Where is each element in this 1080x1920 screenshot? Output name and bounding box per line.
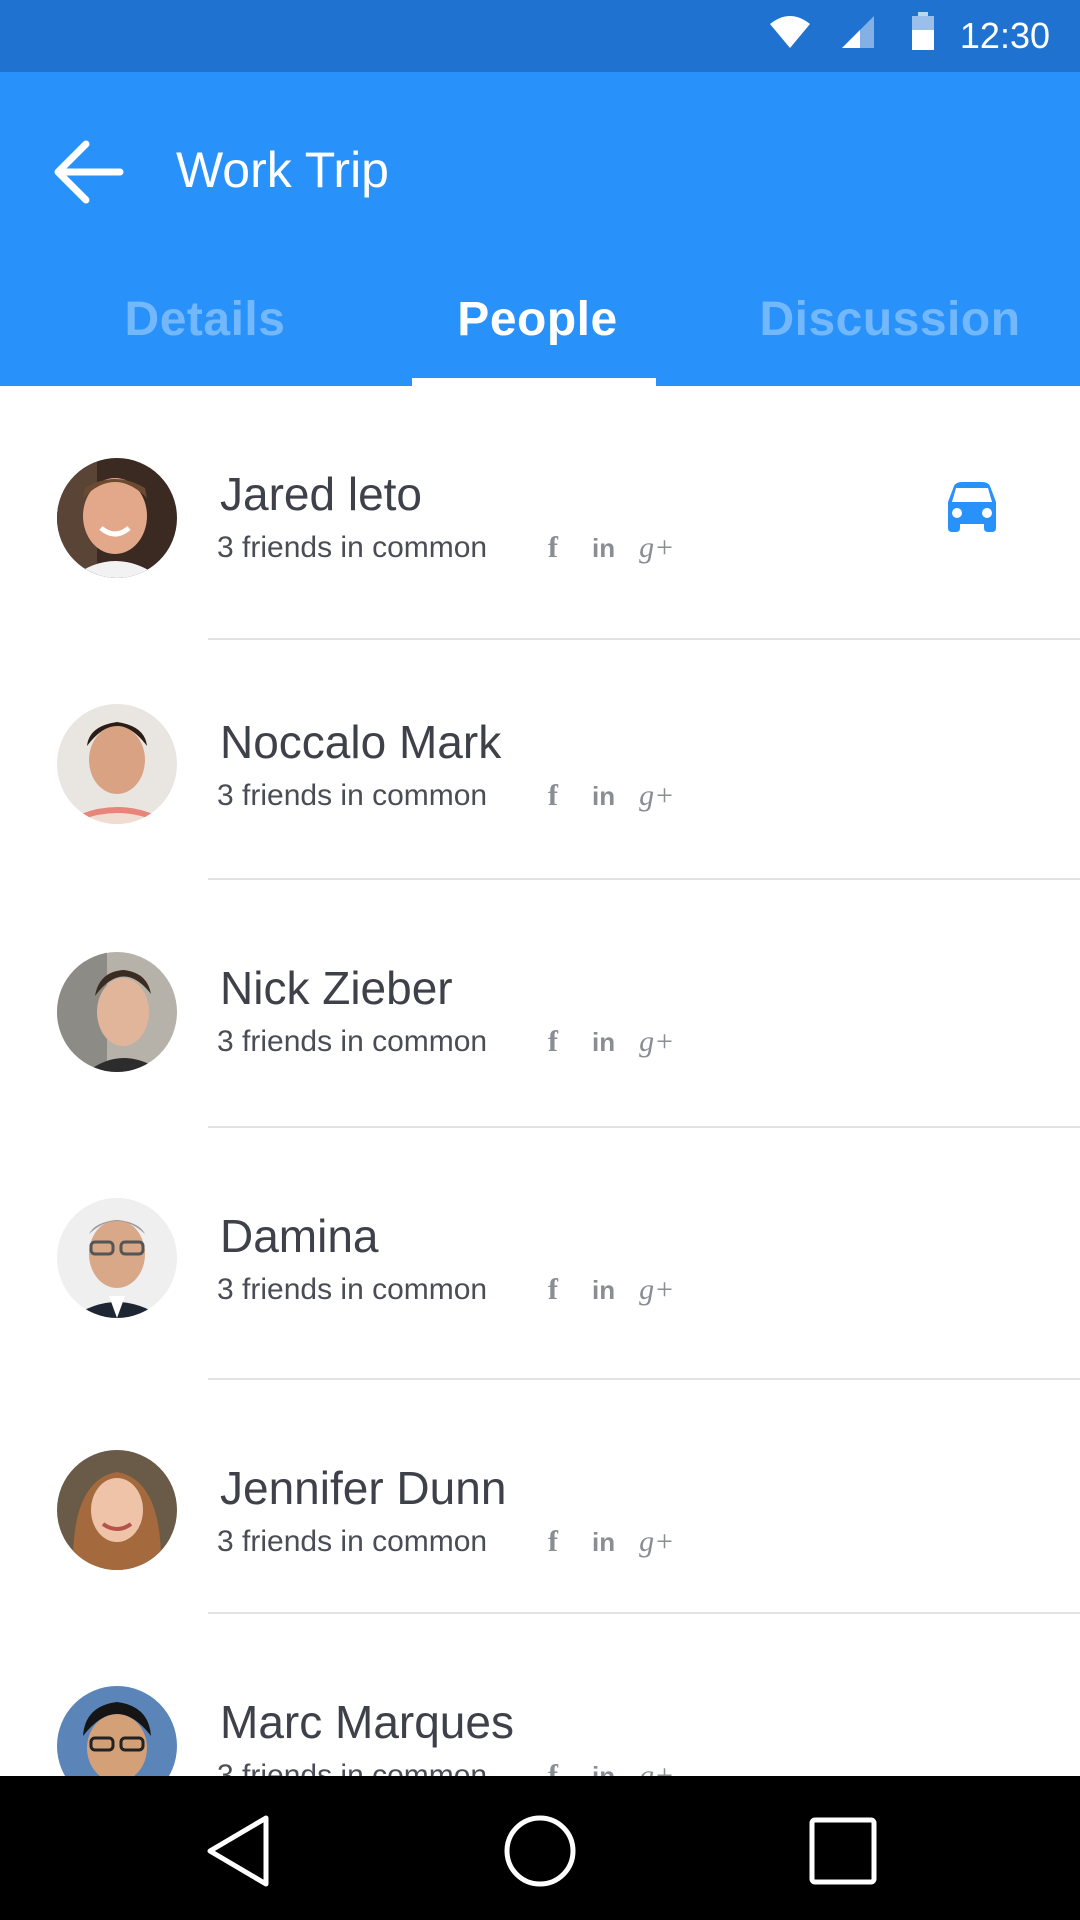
tab-discussion[interactable]: Discussion bbox=[705, 252, 1075, 386]
person-subtitle: 3 friends in common bbox=[217, 1759, 488, 1776]
list-item[interactable]: Noccalo Mark 3 friends in common f in g+ bbox=[0, 634, 1080, 880]
person-name: Damina bbox=[220, 1210, 379, 1262]
list-item[interactable]: Nick Zieber 3 friends in common f in g+ bbox=[0, 880, 1080, 1128]
googleplus-icon[interactable]: g+ bbox=[639, 1525, 674, 1559]
avatar bbox=[57, 952, 177, 1072]
status-time: 12:30 bbox=[959, 15, 1050, 56]
tab-people[interactable]: People bbox=[370, 252, 705, 386]
list-item[interactable]: Marc Marques 3 friends in common f in g+ bbox=[0, 1614, 1080, 1776]
people-list: Jared leto 3 friends in common f in g+ N… bbox=[0, 386, 1080, 1776]
googleplus-icon[interactable]: g+ bbox=[639, 779, 674, 813]
facebook-icon[interactable]: f bbox=[548, 779, 568, 813]
social-links: f in g+ bbox=[548, 776, 674, 816]
tab-bar: Details People Discussion bbox=[0, 252, 1080, 386]
status-bar: 12:30 bbox=[0, 0, 1080, 72]
avatar bbox=[57, 458, 177, 578]
recents-square-icon[interactable] bbox=[798, 1806, 888, 1896]
home-circle-icon[interactable] bbox=[495, 1806, 585, 1896]
facebook-icon[interactable]: f bbox=[548, 1025, 568, 1059]
linkedin-icon[interactable]: in bbox=[592, 781, 615, 812]
person-subtitle: 3 friends in common bbox=[217, 1025, 488, 1058]
list-item[interactable]: Jared leto 3 friends in common f in g+ bbox=[0, 386, 1080, 640]
social-links: f in g+ bbox=[548, 1270, 674, 1310]
googleplus-icon[interactable]: g+ bbox=[639, 1759, 674, 1776]
list-item[interactable]: Jennifer Dunn 3 friends in common f in g… bbox=[0, 1380, 1080, 1626]
facebook-icon[interactable]: f bbox=[548, 531, 568, 565]
facebook-icon[interactable]: f bbox=[548, 1525, 568, 1559]
person-subtitle: 3 friends in common bbox=[217, 779, 488, 812]
cell-signal-icon bbox=[842, 16, 874, 48]
wifi-icon bbox=[770, 16, 810, 48]
person-name: Jennifer Dunn bbox=[220, 1462, 507, 1514]
person-name: Noccalo Mark bbox=[220, 716, 502, 768]
back-triangle-icon[interactable] bbox=[196, 1806, 286, 1896]
linkedin-icon[interactable]: in bbox=[592, 1275, 615, 1306]
avatar bbox=[57, 1198, 177, 1318]
app-bar: Work Trip Details People Discussion bbox=[0, 72, 1080, 386]
linkedin-icon[interactable]: in bbox=[592, 1027, 615, 1058]
linkedin-icon[interactable]: in bbox=[592, 1761, 615, 1777]
person-name: Marc Marques bbox=[220, 1696, 514, 1748]
avatar bbox=[57, 1686, 177, 1776]
googleplus-icon[interactable]: g+ bbox=[639, 531, 674, 565]
linkedin-icon[interactable]: in bbox=[592, 533, 615, 564]
googleplus-icon[interactable]: g+ bbox=[639, 1025, 674, 1059]
system-nav-bar bbox=[0, 1776, 1080, 1920]
tab-details[interactable]: Details bbox=[40, 252, 370, 386]
facebook-icon[interactable]: f bbox=[548, 1273, 568, 1307]
person-subtitle: 3 friends in common bbox=[217, 1273, 488, 1306]
social-links: f in g+ bbox=[548, 1522, 674, 1562]
car-icon[interactable] bbox=[944, 482, 1000, 534]
social-links: f in g+ bbox=[548, 1022, 674, 1062]
person-subtitle: 3 friends in common bbox=[217, 1525, 488, 1558]
facebook-icon[interactable]: f bbox=[548, 1759, 568, 1776]
battery-icon bbox=[912, 12, 934, 50]
tab-indicator bbox=[412, 378, 656, 386]
list-item[interactable]: Damina 3 friends in common f in g+ bbox=[0, 1128, 1080, 1380]
person-name: Jared leto bbox=[220, 468, 423, 520]
avatar bbox=[57, 1450, 177, 1570]
person-name: Nick Zieber bbox=[220, 962, 453, 1014]
linkedin-icon[interactable]: in bbox=[592, 1527, 615, 1558]
avatar bbox=[57, 704, 177, 824]
person-subtitle: 3 friends in common bbox=[217, 531, 488, 564]
arrow-back-icon[interactable] bbox=[50, 132, 130, 212]
page-title: Work Trip bbox=[176, 142, 389, 198]
social-links: f in g+ bbox=[548, 528, 674, 568]
googleplus-icon[interactable]: g+ bbox=[639, 1273, 674, 1307]
social-links: f in g+ bbox=[548, 1756, 674, 1776]
